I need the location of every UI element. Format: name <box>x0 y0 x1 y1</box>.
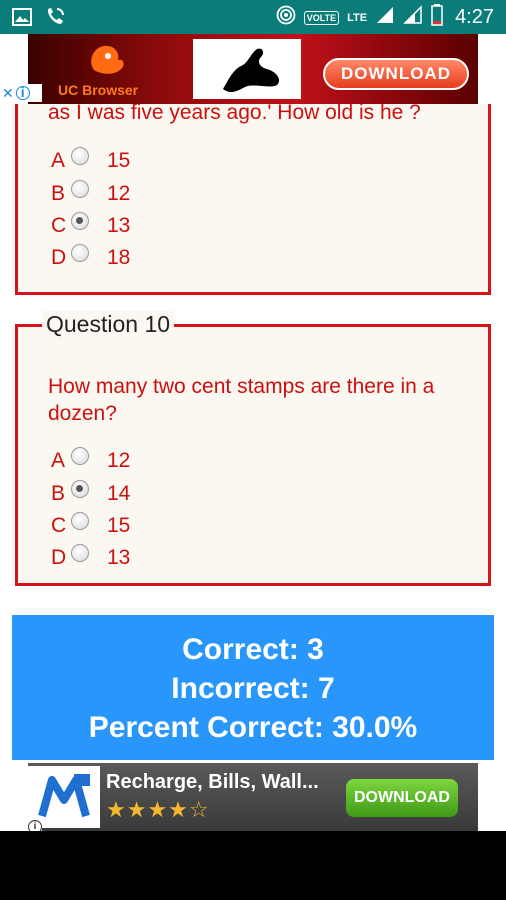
radio-button[interactable] <box>71 244 89 262</box>
score-summary: Correct: 3 Incorrect: 7 Percent Correct:… <box>12 615 494 760</box>
option-letter: D <box>51 546 67 569</box>
close-icon[interactable]: ✕ <box>2 85 14 102</box>
option-b[interactable]: B 14 <box>51 480 131 506</box>
signal-icon <box>403 5 423 30</box>
download-button[interactable]: DOWNLOAD <box>323 58 469 90</box>
radio-button[interactable] <box>71 212 89 230</box>
radio-button[interactable] <box>71 180 89 198</box>
option-letter: D <box>51 246 67 269</box>
squirrel-logo-icon <box>91 45 124 74</box>
option-d[interactable]: D 18 <box>51 244 131 270</box>
info-icon[interactable]: i <box>15 85 30 100</box>
volte-badge: VOLTE <box>303 10 340 25</box>
rating-stars: ★★★★☆ <box>106 797 210 822</box>
hotspot-icon <box>276 5 296 30</box>
question-text: How many two cent stamps are there in a … <box>48 375 435 425</box>
ad-banner-top[interactable]: UC Browser DOWNLOAD ✕ i <box>0 34 506 104</box>
option-letter: B <box>51 482 66 505</box>
lte-label: LTE <box>347 11 368 24</box>
option-b[interactable]: B 12 <box>51 180 131 206</box>
navigation-bar <box>0 831 506 900</box>
option-c[interactable]: C 13 <box>51 212 131 238</box>
clock: 4:27 <box>455 6 494 28</box>
ad-app-title: Recharge, Bills, Wall... <box>106 771 319 793</box>
ad-controls[interactable]: ✕ i <box>2 84 42 102</box>
battery-icon <box>431 4 443 31</box>
download-button[interactable]: DOWNLOAD <box>346 779 458 817</box>
option-value: 15 <box>107 149 131 172</box>
question-card-10: Question 10 How many two cent stamps are… <box>15 311 491 586</box>
image-icon <box>12 8 32 31</box>
option-a[interactable]: A 15 <box>51 147 131 173</box>
option-value: 14 <box>107 482 131 505</box>
question-title: Question 10 <box>42 311 175 338</box>
incorrect-count: Incorrect: 7 <box>171 672 335 705</box>
option-letter: C <box>51 214 67 237</box>
info-icon[interactable]: i <box>28 820 42 831</box>
option-letter: A <box>51 149 66 172</box>
radio-button[interactable] <box>71 544 89 562</box>
option-letter: A <box>51 449 66 472</box>
radio-button[interactable] <box>71 147 89 165</box>
option-c[interactable]: C 15 <box>51 512 131 538</box>
option-letter: C <box>51 514 67 537</box>
option-value: 13 <box>107 214 131 237</box>
option-letter: B <box>51 182 66 205</box>
phone-wifi-icon <box>44 6 66 33</box>
option-value: 13 <box>107 546 131 569</box>
radio-button[interactable] <box>71 480 89 498</box>
radio-button[interactable] <box>71 447 89 465</box>
percent-correct: Percent Correct: 30.0% <box>88 711 418 744</box>
option-value: 18 <box>107 246 131 269</box>
correct-count: Correct: 3 <box>182 633 324 666</box>
ad-info[interactable]: i <box>12 819 42 831</box>
page-content: as I was five years ago.' How old is he … <box>0 34 506 831</box>
option-value: 12 <box>107 182 131 205</box>
ad-photo <box>193 39 301 99</box>
ad-banner-bottom[interactable]: Recharge, Bills, Wall... ★★★★☆ DOWNLOAD <box>28 763 478 831</box>
option-d[interactable]: D 13 <box>51 544 131 570</box>
option-value: 12 <box>107 449 131 472</box>
status-bar: VOLTE LTE 4:27 <box>0 0 506 34</box>
option-value: 15 <box>107 514 131 537</box>
ad-brand-name: UC Browser <box>58 82 139 98</box>
ad-banner-image[interactable]: UC Browser DOWNLOAD <box>28 34 478 104</box>
option-a[interactable]: A 12 <box>51 447 131 473</box>
signal-icon <box>375 5 395 30</box>
radio-button[interactable] <box>71 512 89 530</box>
